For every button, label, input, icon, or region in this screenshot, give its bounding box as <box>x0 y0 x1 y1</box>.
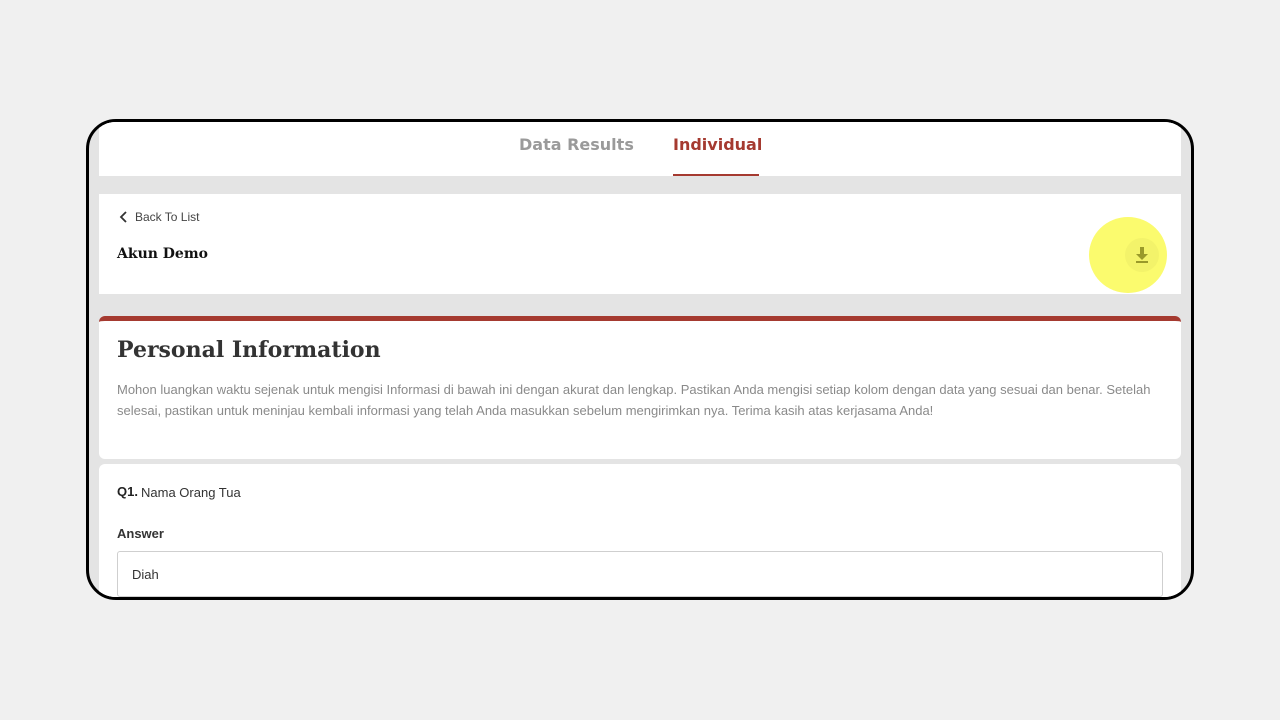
answer-label: Answer <box>117 526 164 541</box>
back-label: Back To List <box>135 210 200 224</box>
section-description: Mohon luangkan waktu sejenak untuk mengi… <box>117 382 1151 418</box>
tab-bar: Data Results Individual <box>99 122 1181 176</box>
section-title: Personal Information <box>117 337 381 363</box>
header-card: Back To List Akun Demo <box>99 194 1181 294</box>
device-frame: Data Results Individual Back To List Aku… <box>86 119 1194 600</box>
app-screen: Data Results Individual Back To List Aku… <box>99 122 1181 597</box>
chevron-left-icon <box>119 211 127 223</box>
personal-info-card: Personal Information Mohon luangkan wakt… <box>99 316 1181 459</box>
question-card: Q1. Nama Orang Tua Answer Diah <box>99 464 1181 597</box>
account-name: Akun Demo <box>117 246 208 262</box>
question-text: Nama Orang Tua <box>141 485 241 500</box>
download-button[interactable] <box>1125 238 1159 272</box>
download-icon <box>1136 247 1148 263</box>
answer-field[interactable]: Diah <box>117 551 1163 597</box>
tab-data-results[interactable]: Data Results <box>519 122 634 174</box>
tab-individual[interactable]: Individual <box>673 122 762 176</box>
back-to-list-link[interactable]: Back To List <box>119 210 199 224</box>
question-number: Q1. <box>117 484 138 499</box>
